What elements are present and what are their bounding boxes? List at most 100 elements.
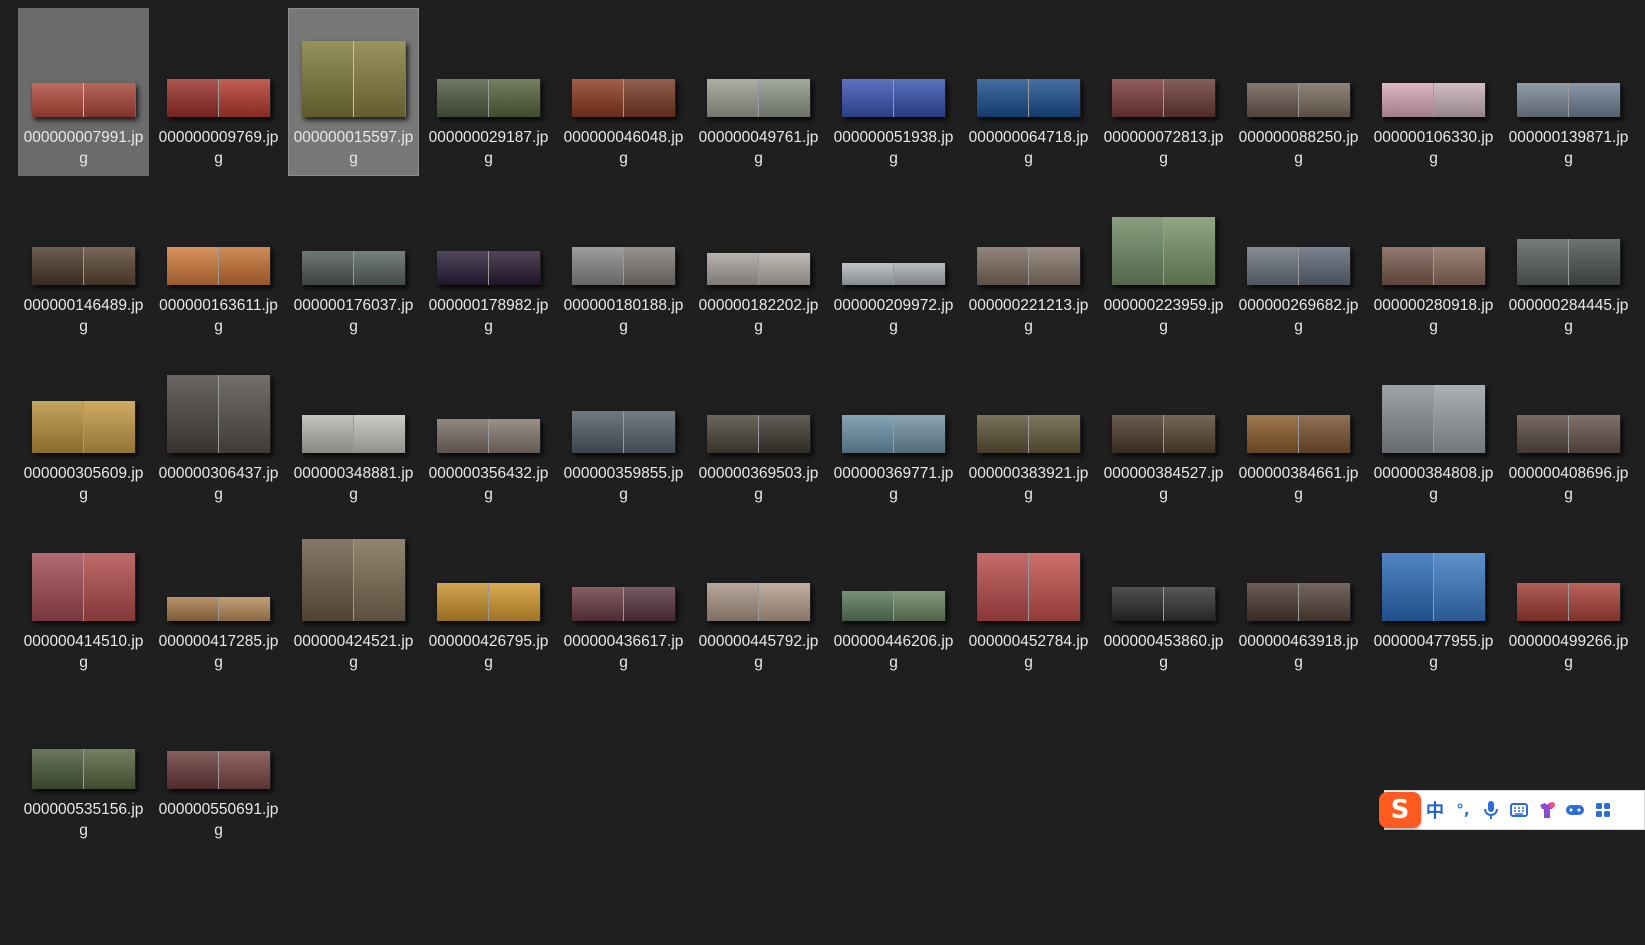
file-name-label: 000000348881.jpg — [293, 465, 414, 503]
file-item[interactable]: 000000348881.jpg — [288, 344, 419, 512]
thumbnail-image — [1246, 83, 1351, 117]
file-name-label: 000000383921.jpg — [968, 465, 1089, 503]
file-item[interactable]: 000000009769.jpg — [153, 8, 284, 176]
file-item[interactable]: 000000424521.jpg — [288, 512, 419, 680]
thumbnail-image — [31, 247, 136, 285]
file-name-label: 000000305609.jpg — [23, 465, 144, 503]
keyboard-icon[interactable] — [1505, 790, 1533, 830]
grid-icon[interactable] — [1589, 790, 1617, 830]
file-item[interactable]: 000000384808.jpg — [1368, 344, 1499, 512]
file-item[interactable]: 000000015597.jpg — [288, 8, 419, 176]
file-item[interactable]: 000000356432.jpg — [423, 344, 554, 512]
file-name-label: 000000180188.jpg — [563, 297, 684, 335]
file-name-label: 000000463918.jpg — [1238, 633, 1359, 671]
file-item[interactable]: 000000007991.jpg — [18, 8, 149, 176]
file-name-label: 000000424521.jpg — [293, 633, 414, 671]
thumbnail-image — [1381, 83, 1486, 117]
file-name-label: 000000269682.jpg — [1238, 297, 1359, 335]
file-name-label: 000000535156.jpg — [23, 801, 144, 839]
skin-icon[interactable] — [1533, 790, 1561, 830]
microphone-icon[interactable] — [1477, 790, 1505, 830]
file-name-label: 000000384661.jpg — [1238, 465, 1359, 503]
file-name-label: 000000369503.jpg — [698, 465, 819, 503]
file-item[interactable]: 000000417285.jpg — [153, 512, 284, 680]
file-item[interactable]: 000000221213.jpg — [963, 176, 1094, 344]
file-item[interactable]: 000000535156.jpg — [18, 680, 149, 848]
file-item[interactable]: 000000445792.jpg — [693, 512, 824, 680]
file-item[interactable]: 000000088250.jpg — [1233, 8, 1364, 176]
file-name-label: 000000284445.jpg — [1508, 297, 1629, 335]
file-item[interactable]: 000000408696.jpg — [1503, 344, 1634, 512]
file-item[interactable]: 000000029187.jpg — [423, 8, 554, 176]
thumbnail-image — [841, 591, 946, 621]
thumbnail-image — [436, 419, 541, 453]
file-item[interactable]: 000000426795.jpg — [423, 512, 554, 680]
file-item[interactable]: 000000284445.jpg — [1503, 176, 1634, 344]
file-item[interactable]: 000000452784.jpg — [963, 512, 1094, 680]
file-name-label: 000000356432.jpg — [428, 465, 549, 503]
thumbnail-image — [1246, 583, 1351, 621]
file-name-label: 000000049761.jpg — [698, 129, 819, 167]
file-item[interactable]: 000000176037.jpg — [288, 176, 419, 344]
file-item[interactable]: 000000178982.jpg — [423, 176, 554, 344]
file-name-label: 000000064718.jpg — [968, 129, 1089, 167]
file-item[interactable]: 000000306437.jpg — [153, 344, 284, 512]
file-item[interactable]: 000000383921.jpg — [963, 344, 1094, 512]
file-name-label: 000000414510.jpg — [23, 633, 144, 671]
file-item[interactable]: 000000384661.jpg — [1233, 344, 1364, 512]
file-item[interactable]: 000000359855.jpg — [558, 344, 689, 512]
file-item[interactable]: 000000499266.jpg — [1503, 512, 1634, 680]
file-item[interactable]: 000000163611.jpg — [153, 176, 284, 344]
thumbnail-image — [301, 539, 406, 621]
thumbnail-image — [301, 251, 406, 285]
thumbnail-image — [1381, 553, 1486, 621]
thumbnail-image — [1516, 83, 1621, 117]
punctuation-toggle[interactable]: °, — [1449, 790, 1477, 830]
file-item[interactable]: 000000453860.jpg — [1098, 512, 1229, 680]
sogou-logo-icon[interactable]: S — [1379, 792, 1421, 828]
file-item[interactable]: 000000180188.jpg — [558, 176, 689, 344]
file-item[interactable]: 000000072813.jpg — [1098, 8, 1229, 176]
file-item[interactable]: 000000369771.jpg — [828, 344, 959, 512]
file-item[interactable]: 000000046048.jpg — [558, 8, 689, 176]
file-item[interactable]: 000000477955.jpg — [1368, 512, 1499, 680]
file-name-label: 000000182202.jpg — [698, 297, 819, 335]
file-item[interactable]: 000000223959.jpg — [1098, 176, 1229, 344]
thumbnail-image — [976, 247, 1081, 285]
file-name-label: 000000176037.jpg — [293, 297, 414, 335]
file-item[interactable]: 000000146489.jpg — [18, 176, 149, 344]
file-item[interactable]: 000000463918.jpg — [1233, 512, 1364, 680]
file-item[interactable]: 000000280918.jpg — [1368, 176, 1499, 344]
thumbnail-image — [31, 83, 136, 117]
file-item[interactable]: 000000049761.jpg — [693, 8, 824, 176]
file-name-label: 000000139871.jpg — [1508, 129, 1629, 167]
file-item[interactable]: 000000550691.jpg — [153, 680, 284, 848]
file-item[interactable]: 000000369503.jpg — [693, 344, 824, 512]
thumbnail-image — [301, 41, 406, 117]
file-item[interactable]: 000000436617.jpg — [558, 512, 689, 680]
file-item[interactable]: 000000305609.jpg — [18, 344, 149, 512]
file-name-label: 000000453860.jpg — [1103, 633, 1224, 671]
file-name-label: 000000550691.jpg — [158, 801, 279, 839]
file-item[interactable]: 000000051938.jpg — [828, 8, 959, 176]
file-name-label: 000000088250.jpg — [1238, 129, 1359, 167]
thumbnail-image — [1516, 415, 1621, 453]
ime-toolbar: S 中 °, — [1379, 790, 1645, 830]
thumbnail-image — [1516, 583, 1621, 621]
file-name-label: 000000178982.jpg — [428, 297, 549, 335]
file-item[interactable]: 000000209972.jpg — [828, 176, 959, 344]
file-item[interactable]: 000000446206.jpg — [828, 512, 959, 680]
file-item[interactable]: 000000064718.jpg — [963, 8, 1094, 176]
file-item[interactable]: 000000106330.jpg — [1368, 8, 1499, 176]
file-item[interactable]: 000000384527.jpg — [1098, 344, 1229, 512]
thumbnail-image — [1111, 587, 1216, 621]
thumbnail-image — [706, 415, 811, 453]
thumbnail-image — [436, 251, 541, 285]
input-mode-toggle[interactable]: 中 — [1421, 790, 1449, 830]
file-item[interactable]: 000000414510.jpg — [18, 512, 149, 680]
file-item[interactable]: 000000139871.jpg — [1503, 8, 1634, 176]
file-name-label: 000000029187.jpg — [428, 129, 549, 167]
file-item[interactable]: 000000182202.jpg — [693, 176, 824, 344]
file-item[interactable]: 000000269682.jpg — [1233, 176, 1364, 344]
gamepad-icon[interactable] — [1561, 790, 1589, 830]
